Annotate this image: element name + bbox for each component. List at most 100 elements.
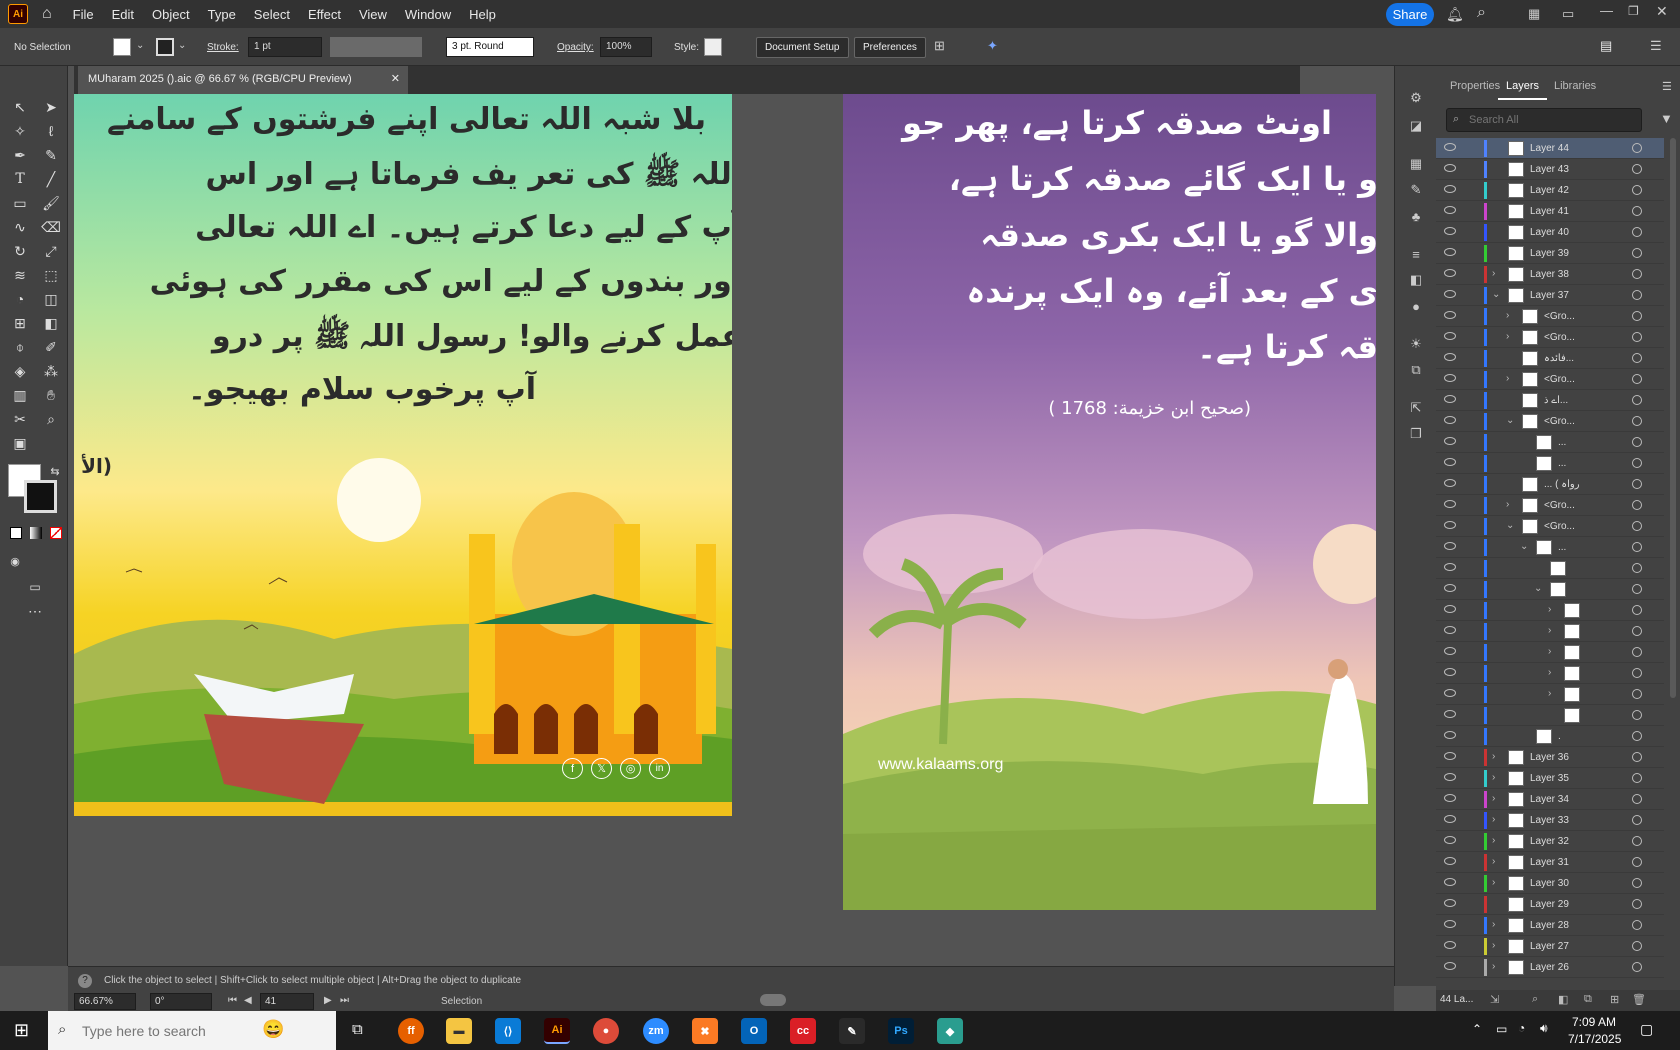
zoom-tool-icon[interactable]: ⌕ [40,408,62,430]
search-icon[interactable]: ⌕ [1477,4,1486,22]
layer-row[interactable]: › [1436,600,1664,621]
target-circle-icon[interactable] [1632,227,1642,237]
target-circle-icon[interactable] [1632,416,1642,426]
expand-chevron-icon[interactable]: › [1548,604,1551,615]
visibility-eye-icon[interactable] [1444,626,1456,634]
panel-menu-icon[interactable]: ☰ [1650,38,1662,54]
visibility-eye-icon[interactable] [1444,668,1456,676]
color-mode-icon[interactable] [10,527,22,539]
network-icon[interactable]: ▭ [1496,1022,1507,1036]
visibility-eye-icon[interactable] [1444,248,1456,256]
layer-row[interactable]: › <Gro... [1436,327,1664,348]
appearance-icon[interactable]: ⚙ [1406,88,1426,108]
arrange-icon[interactable]: ▭ [1562,6,1574,22]
outlook-icon[interactable]: O [741,1018,767,1044]
tray-chevron-icon[interactable]: ⌃ [1472,1022,1482,1036]
expand-chevron-icon[interactable]: › [1492,814,1495,825]
expand-chevron-icon[interactable]: › [1548,688,1551,699]
taskbar-search-box[interactable]: ⌕ 😄 [48,1011,336,1050]
zoom-input[interactable]: 66.67% [74,993,136,1010]
previous-artboard-icon[interactable]: ◀ [244,995,252,1006]
maximize-icon[interactable]: ❐ [1628,4,1639,18]
artboard-number-input[interactable]: 41 [260,993,314,1010]
zoom-app-icon[interactable]: zm [643,1018,669,1044]
target-circle-icon[interactable] [1632,353,1642,363]
visibility-eye-icon[interactable] [1444,143,1456,151]
visibility-eye-icon[interactable] [1444,836,1456,844]
visibility-eye-icon[interactable] [1444,437,1456,445]
visibility-eye-icon[interactable] [1444,227,1456,235]
target-circle-icon[interactable] [1632,710,1642,720]
target-circle-icon[interactable] [1632,164,1642,174]
visibility-eye-icon[interactable] [1444,416,1456,424]
visibility-eye-icon[interactable] [1444,605,1456,613]
target-circle-icon[interactable] [1632,185,1642,195]
visibility-eye-icon[interactable] [1444,164,1456,172]
document-tab[interactable]: MUharam 2025 ().aic @ 66.67 % (RGB/CPU P… [78,66,408,94]
gradient-tool-icon[interactable]: ◧ [40,312,62,334]
layer-row[interactable]: › Layer 35 [1436,768,1664,789]
layer-row[interactable]: › Layer 26 [1436,957,1664,978]
target-circle-icon[interactable] [1632,668,1642,678]
visibility-eye-icon[interactable] [1444,962,1456,970]
target-circle-icon[interactable] [1632,857,1642,867]
target-circle-icon[interactable] [1632,752,1642,762]
gradient-panel-icon[interactable]: ◧ [1406,270,1426,290]
expand-chevron-icon[interactable]: › [1492,835,1495,846]
target-circle-icon[interactable] [1632,878,1642,888]
menu-effect[interactable]: Effect [299,7,350,22]
layer-row[interactable]: › [1436,621,1664,642]
brush-definition[interactable]: 3 pt. Round [446,37,534,57]
collect-export-icon[interactable]: ⇲ [1490,993,1499,1006]
target-circle-icon[interactable] [1632,899,1642,909]
layer-row[interactable]: Layer 39 [1436,243,1664,264]
linkedin-icon[interactable]: in [649,758,670,779]
paintbrush-icon[interactable]: 🖌︎ [40,192,62,214]
layers-search-box[interactable]: ⌕ [1446,108,1642,132]
make-clipping-mask-icon[interactable]: ◧ [1558,993,1568,1006]
expand-chevron-icon[interactable]: › [1548,646,1551,657]
target-circle-icon[interactable] [1632,605,1642,615]
visibility-eye-icon[interactable] [1444,647,1456,655]
visibility-eye-icon[interactable] [1444,500,1456,508]
target-circle-icon[interactable] [1632,962,1642,972]
layer-row[interactable]: Layer 43 [1436,159,1664,180]
chrome-icon[interactable]: ● [593,1018,619,1044]
menu-window[interactable]: Window [396,7,460,22]
photoshop-icon[interactable]: Ps [888,1018,914,1044]
pen-app-icon[interactable]: ✎ [839,1018,865,1044]
visibility-eye-icon[interactable] [1444,458,1456,466]
menu-view[interactable]: View [350,7,396,22]
menu-object[interactable]: Object [143,7,199,22]
visibility-eye-icon[interactable] [1444,311,1456,319]
layer-row[interactable] [1436,558,1664,579]
expand-chevron-icon[interactable]: › [1506,373,1509,384]
instagram-icon[interactable]: ◎ [620,758,641,779]
layer-row[interactable]: › <Gro... [1436,369,1664,390]
visibility-eye-icon[interactable] [1444,815,1456,823]
visibility-eye-icon[interactable] [1444,878,1456,886]
target-circle-icon[interactable] [1632,941,1642,951]
xampp-icon[interactable]: ✖ [692,1018,718,1044]
selection-tool-icon[interactable]: ↖ [9,96,31,118]
target-circle-icon[interactable] [1632,206,1642,216]
visibility-eye-icon[interactable] [1444,920,1456,928]
lasso-icon[interactable]: ℓ [40,120,62,142]
swap-colors-icon[interactable]: ⇆ [44,460,66,482]
layer-row[interactable]: Layer 41 [1436,201,1664,222]
expand-chevron-icon[interactable]: › [1492,877,1495,888]
scale-tool-icon[interactable]: ⤢ [40,240,62,262]
slice-tool-icon[interactable]: ✂ [9,408,31,430]
warp-tool-icon[interactable]: ≋ [9,264,31,286]
hand-tool-icon[interactable]: ✋︎ [40,384,62,406]
target-circle-icon[interactable] [1632,647,1642,657]
brushes-icon[interactable]: ✎ [1406,180,1426,200]
expand-chevron-icon[interactable]: › [1492,919,1495,930]
stroke-color-box[interactable] [24,480,57,513]
target-circle-icon[interactable] [1632,626,1642,636]
file-explorer-icon[interactable]: ▬ [446,1018,472,1044]
artboards-icon[interactable]: ❐ [1406,424,1426,444]
new-sublayer-icon[interactable]: ⧉ [1584,993,1592,1006]
graph-tool-icon[interactable]: ▥ [9,384,31,406]
expand-chevron-icon[interactable]: › [1492,940,1495,951]
